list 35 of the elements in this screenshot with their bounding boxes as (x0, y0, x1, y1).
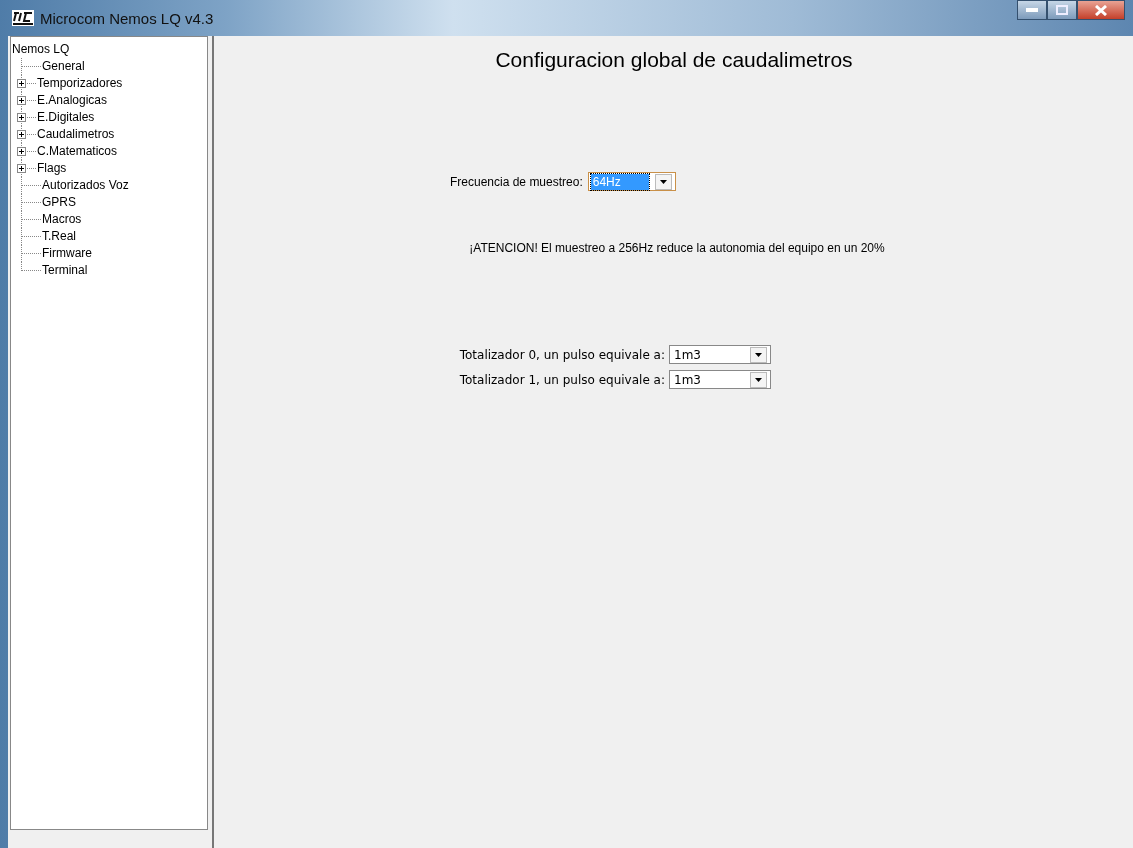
app-logo-icon (12, 10, 34, 26)
tree-item[interactable]: Flags (37, 160, 67, 177)
tree-item[interactable]: General (42, 58, 85, 75)
tree-item[interactable]: Caudalimetros (37, 126, 115, 143)
tree-item[interactable]: T.Real (42, 228, 76, 245)
minimize-button[interactable] (1017, 0, 1047, 20)
field-label: Totalizador 1, un pulso equivale a: (458, 372, 665, 387)
tree-item[interactable]: E.Analogicas (37, 92, 108, 109)
unit-dropdown[interactable]: 1m3 (669, 345, 771, 364)
tree-item[interactable]: C.Matematicos (37, 143, 118, 160)
window-title: Microcom Nemos LQ v4.3 (40, 9, 214, 27)
unit-dropdown[interactable]: 1m3 (669, 370, 771, 389)
close-icon (1095, 4, 1107, 16)
field-label: Frecuencia de muestreo: (450, 174, 583, 189)
warning-text: ¡ATENCION! El muestreo a 256Hz reduce la autonomia del equipo en un 20% (468, 241, 885, 255)
tree-item[interactable]: E.Digitales (37, 109, 95, 126)
field-label: Totalizador 0, un pulso equivale a: (458, 347, 665, 362)
tree-item[interactable]: Autorizados Voz (42, 177, 129, 194)
tree-item[interactable]: GPRS (42, 194, 76, 211)
close-button[interactable] (1077, 0, 1125, 20)
expand-icon[interactable] (17, 130, 26, 139)
expand-icon[interactable] (17, 79, 26, 88)
panel-title: Configuracion global de caudalimetros (495, 48, 853, 72)
expand-icon[interactable] (17, 113, 26, 122)
tree-item[interactable]: Temporizadores (37, 75, 123, 92)
tree-item[interactable]: Terminal (42, 262, 88, 279)
maximize-icon (1056, 5, 1068, 15)
tree-item[interactable]: Nemos LQ (11, 41, 70, 58)
maximize-button[interactable] (1047, 0, 1077, 20)
expand-icon[interactable] (17, 96, 26, 105)
minimize-icon (1026, 8, 1038, 12)
tree-item[interactable]: Firmware (42, 245, 92, 262)
expand-icon[interactable] (17, 164, 26, 173)
expand-icon[interactable] (17, 147, 26, 156)
tree-item[interactable]: Macros (42, 211, 82, 228)
